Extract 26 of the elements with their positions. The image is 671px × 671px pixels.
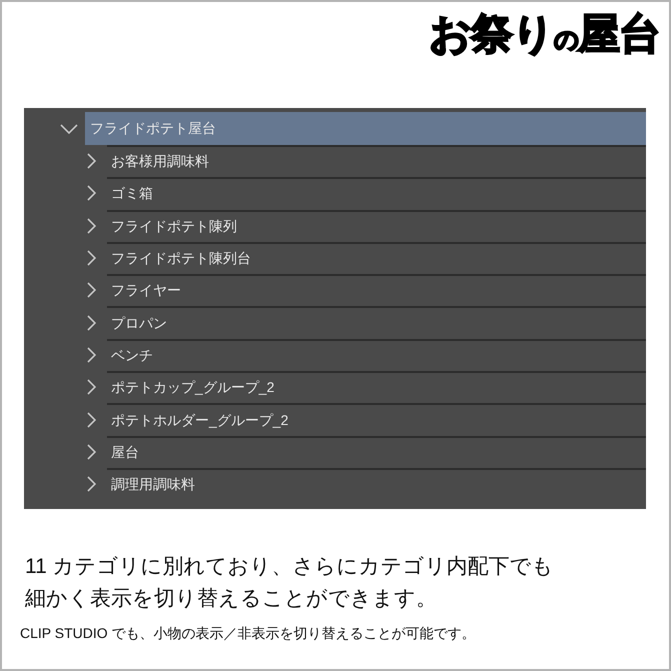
chevron-right-icon[interactable] (87, 153, 96, 170)
chevron-right-icon[interactable] (87, 412, 96, 428)
chevron-right-icon[interactable] (87, 444, 96, 460)
tree-item[interactable]: ゴミ箱 (107, 177, 646, 210)
tree-item[interactable]: フライヤー (107, 274, 646, 306)
chevron-right-icon[interactable] (87, 282, 96, 298)
chevron-right-icon[interactable] (87, 476, 96, 492)
tree-item[interactable]: お客様用調味料 (107, 145, 646, 178)
tree-item[interactable]: 屋台 (107, 436, 646, 468)
tree-item[interactable]: ポテトホルダー_グループ_2 (107, 403, 646, 436)
description-text: 11 カテゴリに別れており、さらにカテゴリ内配下でも細かく表示を切り替えることができます。 (25, 554, 555, 612)
tree-item[interactable]: ベンチ (107, 338, 646, 372)
note-text: CLIP STUDIO でも、小物の表示／非表示を切り替えることが可能です。 (20, 624, 476, 643)
tree-item[interactable]: フライドポテト陳列 (107, 210, 646, 242)
tree-item[interactable]: ポテトカップ_グループ_2 (107, 371, 646, 404)
chevron-right-icon[interactable] (87, 185, 96, 202)
chevron-right-icon[interactable] (87, 250, 96, 266)
tree-item[interactable]: プロパン (107, 306, 646, 339)
chevron-right-icon[interactable] (87, 379, 96, 396)
chevron-right-icon[interactable] (87, 314, 96, 331)
tree-item[interactable]: フライドポテト屋台 (85, 112, 646, 145)
tree-item[interactable]: 調理用調味料 (107, 468, 646, 500)
chevron-right-icon[interactable] (87, 346, 96, 363)
chevron-down-icon[interactable] (60, 124, 78, 134)
tree-item[interactable]: フライドポテト陳列台 (107, 242, 646, 274)
chevron-right-icon[interactable] (87, 218, 96, 234)
